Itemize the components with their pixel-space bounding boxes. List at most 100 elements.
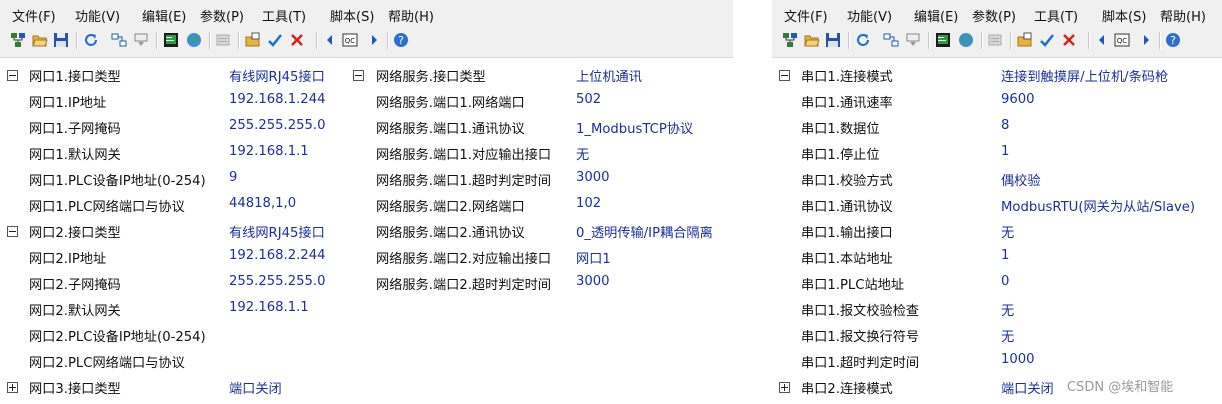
- next-icon[interactable]: [365, 31, 383, 49]
- collapse-icon[interactable]: [353, 70, 364, 81]
- menu-item[interactable]: 工具(T): [262, 6, 306, 25]
- property-label: 串口1.本站地址: [801, 252, 893, 267]
- property-value[interactable]: 上位机通讯: [576, 66, 642, 85]
- check-icon[interactable]: [266, 31, 284, 49]
- menu-item[interactable]: 功能(V): [75, 6, 120, 25]
- menu-item[interactable]: 编辑(E): [142, 6, 186, 25]
- link-icon[interactable]: [110, 31, 128, 49]
- property-label: 网络服务.接口类型: [376, 70, 486, 85]
- svg-text:QC: QC: [345, 37, 356, 45]
- prev-icon[interactable]: [1093, 31, 1111, 49]
- property-label: 串口1.PLC站地址: [801, 278, 905, 293]
- property-value[interactable]: 有线网RJ45接口: [229, 222, 325, 241]
- close-icon[interactable]: [288, 31, 306, 49]
- menu-item[interactable]: 编辑(E): [914, 6, 958, 25]
- open-folder-icon[interactable]: [803, 31, 821, 49]
- property-value[interactable]: 8: [1001, 118, 1009, 133]
- svg-text:QC: QC: [1117, 37, 1128, 45]
- expand-icon[interactable]: [7, 382, 18, 393]
- save-icon[interactable]: [52, 31, 70, 49]
- help-icon[interactable]: ?: [1164, 31, 1182, 49]
- property-value[interactable]: 102: [576, 196, 601, 211]
- property-value[interactable]: 192.168.1.1: [229, 300, 309, 315]
- network-scan-icon[interactable]: [9, 31, 27, 49]
- property-value[interactable]: 192.168.1.1: [229, 144, 309, 159]
- menu-item[interactable]: 文件(F): [784, 6, 828, 25]
- property-value[interactable]: 3000: [576, 274, 610, 289]
- property-value[interactable]: 44818,1,0: [229, 196, 296, 211]
- network-scan-icon[interactable]: [781, 31, 799, 49]
- property-value[interactable]: 无: [576, 144, 589, 163]
- save-icon[interactable]: [824, 31, 842, 49]
- property-value[interactable]: 无: [1001, 326, 1014, 345]
- prev-icon[interactable]: [321, 31, 339, 49]
- property-value[interactable]: 端口关闭: [1001, 378, 1054, 397]
- next-icon[interactable]: [1137, 31, 1155, 49]
- property-value[interactable]: 1_ModbusTCP协议: [576, 118, 693, 137]
- property-value[interactable]: 192.168.2.244: [229, 248, 325, 263]
- refresh-icon[interactable]: [82, 31, 100, 49]
- open-file-icon[interactable]: [244, 31, 262, 49]
- property-label: 网络服务.端口2.网络端口: [376, 200, 525, 215]
- property-label: 串口1.停止位: [801, 148, 880, 163]
- terminal-icon[interactable]: [934, 31, 952, 49]
- property-value[interactable]: 255.255.255.0: [229, 274, 325, 289]
- qc-icon[interactable]: QC: [1113, 31, 1131, 49]
- collapse-icon[interactable]: [7, 70, 18, 81]
- collapse-icon[interactable]: [779, 70, 790, 81]
- collapse-icon[interactable]: [7, 226, 18, 237]
- menu-item[interactable]: 帮助(H): [1160, 6, 1206, 25]
- svg-text:?: ?: [398, 34, 404, 47]
- property-label: 串口1.超时判定时间: [801, 356, 920, 371]
- menu-item[interactable]: 功能(V): [847, 6, 892, 25]
- menu-item[interactable]: 参数(P): [972, 6, 1016, 25]
- disabled-icon[interactable]: [986, 31, 1004, 49]
- disabled-icon[interactable]: [214, 31, 232, 49]
- menu-item[interactable]: 工具(T): [1034, 6, 1078, 25]
- property-value[interactable]: 无: [1001, 300, 1014, 319]
- expand-icon[interactable]: [779, 382, 790, 393]
- property-value[interactable]: 偶校验: [1001, 170, 1041, 189]
- link-icon[interactable]: [882, 31, 900, 49]
- menu-item[interactable]: 脚本(S): [330, 6, 374, 25]
- property-value[interactable]: 1: [1001, 144, 1009, 159]
- property-value[interactable]: 1000: [1001, 352, 1035, 367]
- property-value[interactable]: 9: [229, 170, 237, 185]
- open-folder-icon[interactable]: [31, 31, 49, 49]
- open-file-icon[interactable]: [1016, 31, 1034, 49]
- globe-icon[interactable]: [957, 31, 975, 49]
- property-label: 串口1.报文校验检查: [801, 304, 920, 319]
- property-label: 串口1.数据位: [801, 122, 880, 137]
- globe-icon[interactable]: [185, 31, 203, 49]
- property-value[interactable]: 0_透明传输/IP耦合隔离: [576, 222, 713, 241]
- property-value[interactable]: 有线网RJ45接口: [229, 66, 325, 85]
- property-value[interactable]: 255.255.255.0: [229, 118, 325, 133]
- property-label: 网络服务.端口1.通讯协议: [376, 122, 525, 137]
- property-value[interactable]: 端口关闭: [229, 378, 282, 397]
- property-value[interactable]: 9600: [1001, 92, 1035, 107]
- watermark: CSDN @埃和智能: [1067, 380, 1174, 395]
- property-value[interactable]: 502: [576, 92, 601, 107]
- menu-item[interactable]: 脚本(S): [1102, 6, 1146, 25]
- property-value[interactable]: 1: [1001, 248, 1009, 263]
- menu-item[interactable]: 参数(P): [200, 6, 244, 25]
- property-value[interactable]: 连接到触摸屏/上位机/条码枪: [1001, 66, 1168, 85]
- download-icon[interactable]: [904, 31, 922, 49]
- refresh-icon[interactable]: [854, 31, 872, 49]
- check-icon[interactable]: [1038, 31, 1056, 49]
- terminal-icon[interactable]: [162, 31, 180, 49]
- menu-item[interactable]: 文件(F): [12, 6, 56, 25]
- close-icon[interactable]: [1060, 31, 1078, 49]
- property-value[interactable]: 0: [1001, 274, 1009, 289]
- property-value[interactable]: 网口1: [576, 248, 611, 267]
- qc-icon[interactable]: QC: [341, 31, 359, 49]
- download-icon[interactable]: [132, 31, 150, 49]
- help-icon[interactable]: ?: [392, 31, 410, 49]
- property-label: 网口1.默认网关: [29, 148, 121, 163]
- property-value[interactable]: 3000: [576, 170, 610, 185]
- property-value[interactable]: 192.168.1.244: [229, 92, 325, 107]
- property-value[interactable]: 无: [1001, 222, 1014, 241]
- property-value[interactable]: ModbusRTU(网关为从站/Slave): [1001, 196, 1195, 215]
- menu-item[interactable]: 帮助(H): [388, 6, 434, 25]
- config-window-serial: 文件(F) 功能(V) 编辑(E) 参数(P) 工具(T) 脚本(S) 帮助(H) QC? …: [772, 0, 1222, 404]
